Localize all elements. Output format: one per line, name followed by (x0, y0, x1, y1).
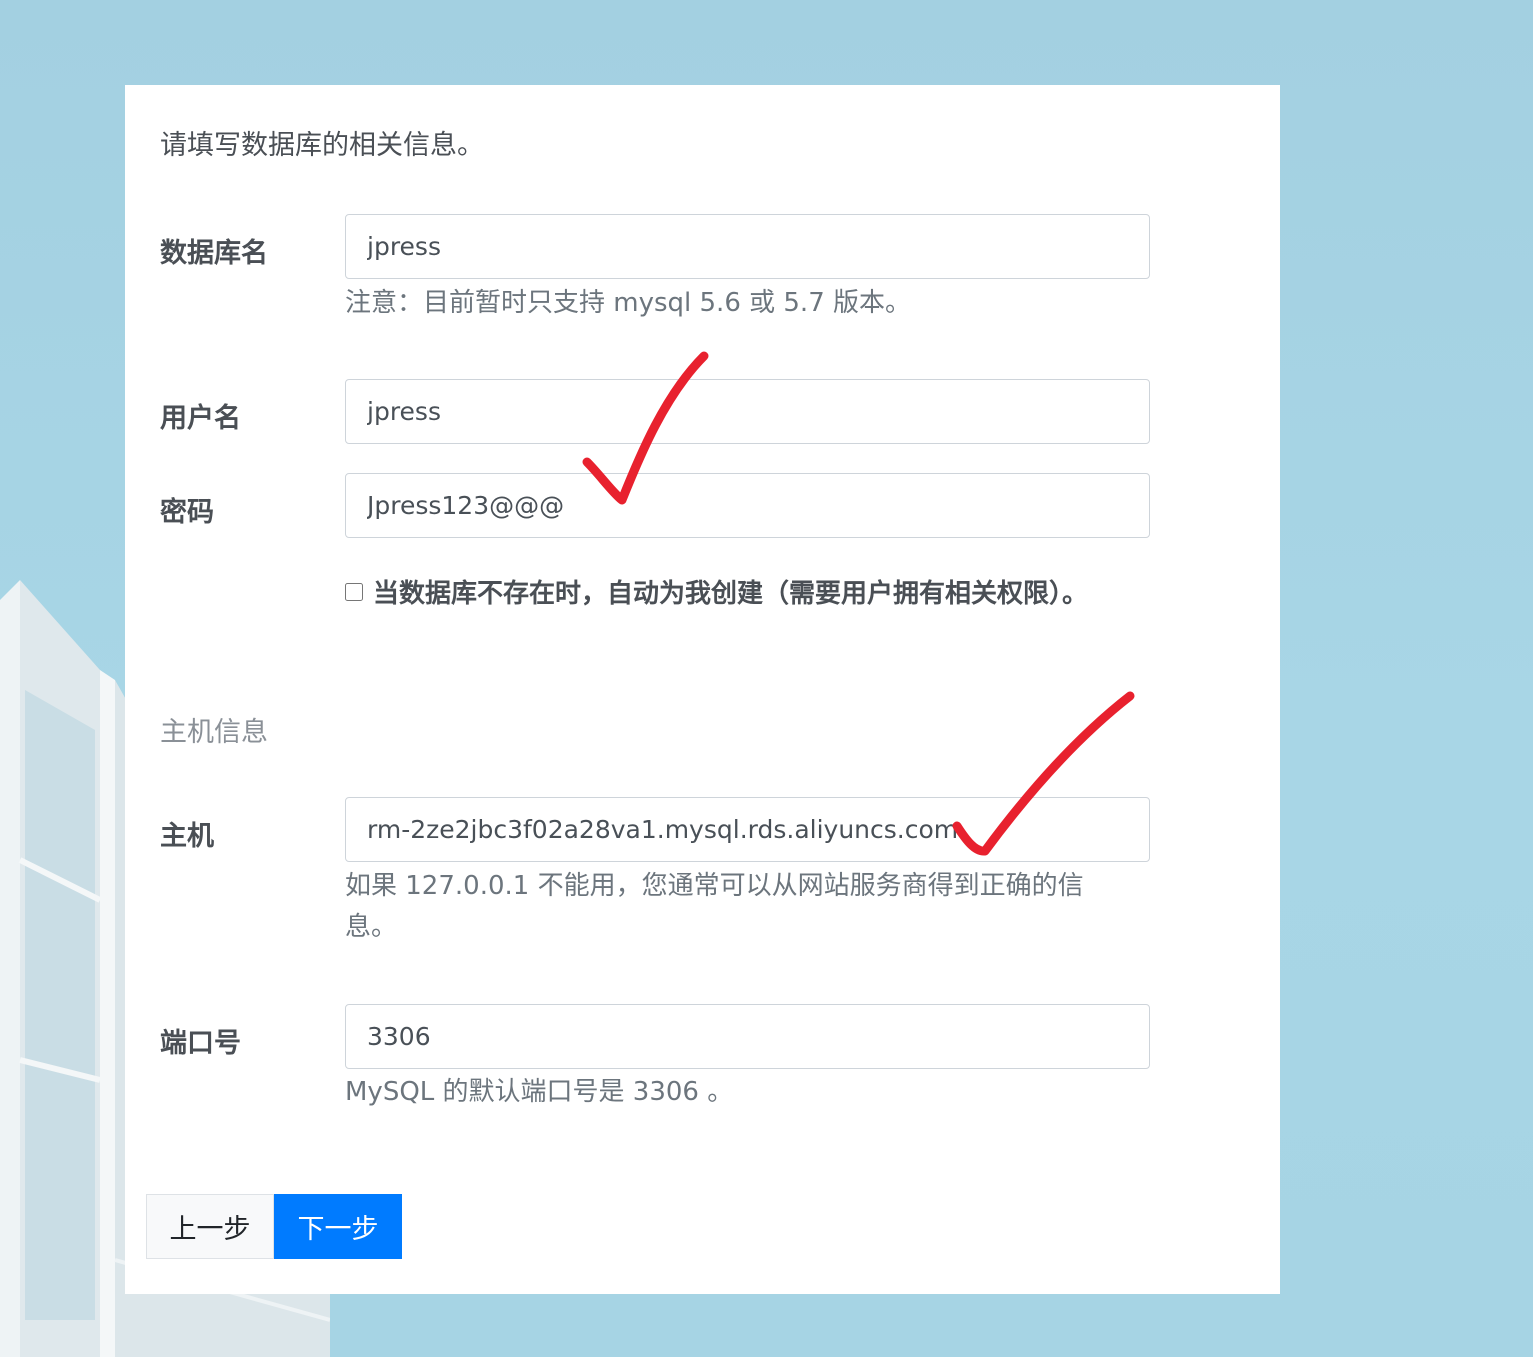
host-section-title: 主机信息 (160, 717, 268, 748)
intro-text: 请填写数据库的相关信息。 (160, 130, 484, 161)
password-label: 密码 (160, 497, 214, 528)
username-input[interactable] (345, 379, 1150, 444)
port-input[interactable] (345, 1004, 1150, 1069)
port-hint: MySQL 的默认端口号是 3306 。 (345, 1077, 734, 1107)
db-name-label: 数据库名 (160, 238, 268, 269)
auto-create-checkbox[interactable] (345, 582, 363, 601)
port-label: 端口号 (160, 1028, 241, 1059)
host-label: 主机 (160, 821, 214, 852)
password-input[interactable] (345, 473, 1150, 538)
host-input[interactable] (345, 797, 1150, 862)
host-hint: 如果 127.0.0.1 不能用，您通常可以从网站服务商得到正确的信息。 (345, 871, 1084, 942)
db-name-hint: 注意：目前暂时只支持 mysql 5.6 或 5.7 版本。 (345, 288, 912, 318)
database-settings-card: 请填写数据库的相关信息。 数据库名 注意：目前暂时只支持 mysql 5.6 或… (125, 85, 1280, 1294)
prev-step-button[interactable]: 上一步 (146, 1194, 274, 1259)
username-label: 用户名 (160, 403, 241, 434)
db-name-input[interactable] (345, 214, 1150, 279)
auto-create-row: 当数据库不存在时，自动为我创建（需要用户拥有相关权限）。 (345, 573, 1088, 610)
auto-create-label[interactable]: 当数据库不存在时，自动为我创建（需要用户拥有相关权限）。 (373, 573, 1088, 610)
next-step-button[interactable]: 下一步 (274, 1194, 402, 1259)
